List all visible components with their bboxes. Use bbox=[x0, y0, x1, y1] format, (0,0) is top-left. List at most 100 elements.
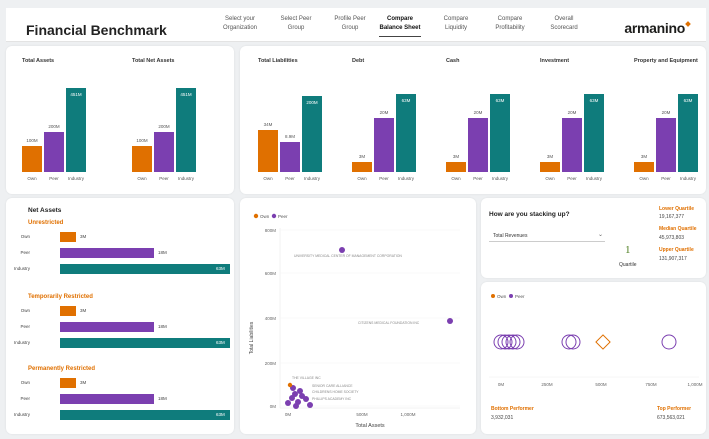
page-title: Financial Benchmark bbox=[26, 22, 167, 38]
bar-peer bbox=[656, 118, 676, 172]
scatter-point-peer bbox=[303, 396, 309, 402]
top-performer-label: Top Performer bbox=[657, 406, 692, 412]
bar-x-label: Own bbox=[263, 176, 273, 181]
bar-value-label: 63M bbox=[683, 98, 693, 103]
nav-tab-2[interactable]: Profile Peer Group bbox=[322, 15, 378, 33]
scatter-annotation: SENIOR CARE ALLIANCE bbox=[312, 384, 353, 388]
net-assets-row-label: Peer bbox=[20, 250, 30, 255]
bar-value-label: 20M bbox=[661, 110, 671, 115]
scatter-point-peer bbox=[307, 402, 313, 408]
net-assets-bar-value: 3M bbox=[80, 308, 87, 313]
scatter-ylabel: Total Liabilities bbox=[249, 321, 255, 354]
bar-value-label: 3M bbox=[640, 154, 648, 159]
bar-x-label: Own bbox=[545, 176, 555, 181]
scatter-card: Own Peer Total Liabilities Total Assets … bbox=[240, 198, 476, 434]
scatter-xtick: 1,000M bbox=[400, 412, 415, 417]
bar-x-label: Industry bbox=[177, 176, 194, 181]
bar-value-label: 200M bbox=[48, 124, 60, 129]
distribution-xtick: 500M bbox=[595, 382, 607, 387]
bar-x-label: Own bbox=[451, 176, 461, 181]
nav-tab-1[interactable]: Select Peer Group bbox=[268, 15, 324, 33]
armanino-logo: armanino bbox=[624, 20, 691, 36]
bar-x-label: Industry bbox=[679, 176, 696, 181]
net-assets-row-label: Industry bbox=[13, 412, 30, 417]
nav-tab-line1: Compare bbox=[386, 16, 413, 22]
distribution-peer-marker bbox=[561, 334, 577, 350]
scatter-point-peer bbox=[297, 388, 303, 394]
bar-x-label: Industry bbox=[397, 176, 414, 181]
bar-x-label: Peer bbox=[661, 176, 671, 181]
bottom-performer-value: 3,932,031 bbox=[491, 415, 514, 421]
net-assets-row-label: Peer bbox=[20, 396, 30, 401]
net-assets-bar-own bbox=[60, 306, 76, 316]
bar-own bbox=[446, 162, 466, 172]
legend-own-label: Own bbox=[497, 294, 507, 299]
nav-tab-line2: Group bbox=[287, 25, 305, 31]
bar-own bbox=[22, 146, 42, 172]
bar-value-label: 20M bbox=[473, 110, 483, 115]
bar-value-label: 20M bbox=[379, 110, 389, 115]
legend-peer-label: Peer bbox=[515, 294, 525, 299]
net-assets-bar-value: 18M bbox=[158, 324, 167, 329]
net-assets-section-title: Permanently Restricted bbox=[28, 366, 96, 372]
metric-dropdown[interactable]: Total Revenues ⌄ bbox=[489, 230, 605, 242]
scatter-annotation: CITIZENS MEDICAL FOUNDATION INC bbox=[358, 321, 420, 325]
scatter-ytick: 400M bbox=[265, 316, 277, 321]
bar-value-label: 3M bbox=[546, 154, 554, 159]
bar-industry bbox=[176, 88, 196, 172]
distribution-xtick: 250M bbox=[541, 382, 553, 387]
scatter-ytick: 800M bbox=[265, 228, 277, 233]
net-assets-bar-peer bbox=[60, 322, 154, 332]
bar-chart-title: Property and Equipment bbox=[634, 58, 698, 64]
bar-x-label: Peer bbox=[285, 176, 295, 181]
bar-peer bbox=[562, 118, 582, 172]
scatter-annotation: CHILDRENS HOME SOCIETY bbox=[312, 390, 359, 394]
nav-tab-3[interactable]: Compare Balance Sheet bbox=[372, 15, 428, 37]
net-assets-bar-industry bbox=[60, 264, 230, 274]
bar-chart-title: Investment bbox=[540, 58, 570, 64]
nav-tab-4[interactable]: Compare Liquidity bbox=[428, 15, 484, 33]
distribution-peer-marker bbox=[661, 334, 677, 350]
nav-tab-0[interactable]: Select your Organization bbox=[212, 15, 268, 33]
bar-x-label: Peer bbox=[567, 176, 577, 181]
bar-peer bbox=[374, 118, 394, 172]
scatter-ytick: 600M bbox=[265, 271, 277, 276]
bar-x-label: Peer bbox=[379, 176, 389, 181]
legend-peer-label: Peer bbox=[278, 214, 288, 219]
net-assets-row-label: Own bbox=[20, 234, 30, 239]
nav-tab-line2: Profitability bbox=[495, 25, 525, 31]
bar-industry bbox=[584, 94, 604, 172]
bar-value-label: 8.9M bbox=[284, 134, 295, 139]
nav-tab-6[interactable]: Overall Scorecard bbox=[536, 15, 592, 33]
legend-peer-dot bbox=[271, 213, 277, 219]
bar-x-label: Peer bbox=[159, 176, 169, 181]
bar-own bbox=[540, 162, 560, 172]
bar-own bbox=[634, 162, 654, 172]
scatter-xtick: 0M bbox=[285, 412, 292, 417]
net-assets-bar-value: 63M bbox=[216, 340, 225, 345]
nav-tab-line1: Select your bbox=[224, 16, 255, 22]
scatter-point-peer bbox=[447, 318, 453, 324]
scatter-annotation: PHILLIPS ACADEMY INC bbox=[312, 397, 352, 401]
bar-x-label: Peer bbox=[49, 176, 59, 181]
bar-own bbox=[258, 130, 278, 172]
scatter-annotation: UNIVERSITY MEDICAL CENTER OF MANAGEMENT … bbox=[294, 254, 402, 258]
top-performer-value: 673,563,021 bbox=[657, 415, 685, 421]
net-assets-bar-value: 3M bbox=[80, 380, 87, 385]
nav-tab-line1: Select Peer bbox=[280, 16, 312, 22]
bar-value-label: 63M bbox=[589, 98, 599, 103]
bar-x-label: Industry bbox=[585, 176, 602, 181]
bar-chart-title: Total Liabilities bbox=[258, 58, 298, 64]
lower-quartile-label: Lower Quartile bbox=[659, 206, 695, 212]
net-assets-bar-industry bbox=[60, 410, 230, 420]
bar-value-label: 63M bbox=[495, 98, 505, 103]
nav-tab-5[interactable]: Compare Profitability bbox=[482, 15, 538, 33]
stacking-card: How are you stacking up? Total Revenues … bbox=[481, 198, 706, 278]
quartile-number: 1 bbox=[625, 244, 631, 256]
bar-industry bbox=[396, 94, 416, 172]
legend-own-dot bbox=[253, 213, 259, 219]
metric-dropdown-value: Total Revenues bbox=[493, 233, 528, 239]
net-assets-bar-value: 63M bbox=[216, 266, 225, 271]
scatter-point-peer bbox=[339, 247, 345, 253]
header-bar: Financial Benchmark Select your Organizat… bbox=[6, 8, 706, 42]
